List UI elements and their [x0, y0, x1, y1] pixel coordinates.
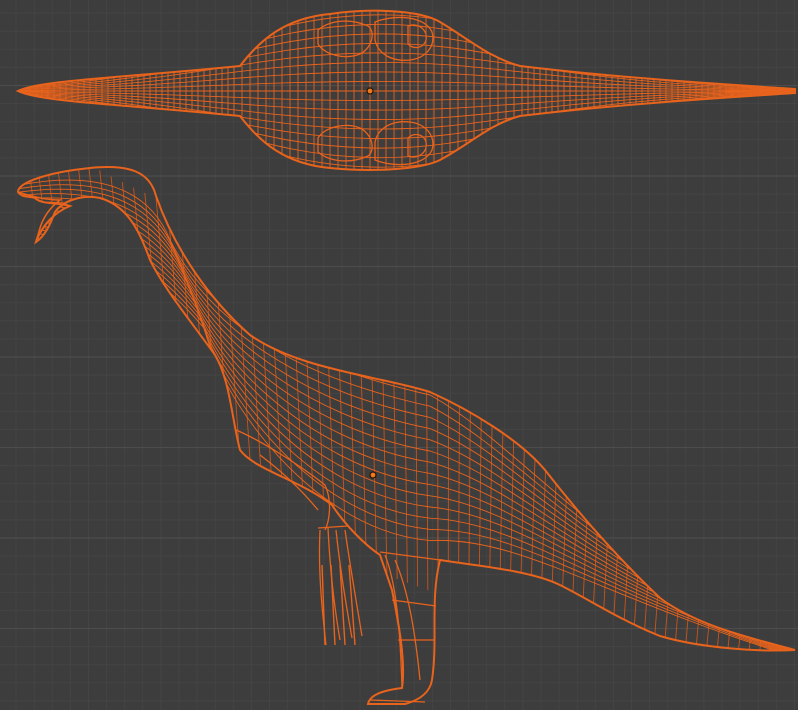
wire-edge: [380, 285, 388, 576]
wire-edge: [509, 328, 517, 619]
wire-edge: [43, 167, 81, 426]
wire-edge: [31, 167, 71, 416]
wire-edge: [20, 167, 61, 401]
wire-edge: [19, 223, 795, 657]
wire-edge: [703, 391, 731, 682]
side-view-limb-details: [17, 191, 441, 703]
wire-edge: [682, 385, 708, 676]
wire-edge: [539, 339, 551, 630]
leg-loop: [374, 121, 434, 166]
wire-edge: [403, 292, 408, 583]
wire-edge: [672, 382, 697, 673]
top-view-wire-edges: [18, 10, 795, 170]
wire-edge: [211, 222, 235, 513]
dinosaur-mesh-top-view[interactable]: [0, 0, 798, 180]
wire-edge: [425, 300, 429, 591]
wire-edge: [76, 167, 112, 448]
side-view-outline: [16, 166, 796, 705]
leg-loop: [317, 20, 373, 58]
wire-edge: [245, 236, 265, 527]
limb-edge: [369, 551, 441, 703]
wire-edge: [621, 365, 641, 656]
wire-edge: [234, 231, 255, 522]
top-object-origin[interactable]: [366, 87, 374, 95]
wire-edge: [19, 209, 795, 654]
wire-edge: [601, 359, 618, 650]
wire-edge: [19, 230, 795, 658]
wire-edge: [641, 372, 663, 663]
wire-edge: [189, 213, 214, 504]
wire-edge: [436, 303, 439, 594]
wire-edge: [713, 394, 742, 685]
dinosaur-mesh-side-view[interactable]: [16, 110, 798, 705]
wire-edge: [54, 167, 92, 434]
wire-edge: [19, 201, 795, 652]
wire-edge: [611, 362, 630, 653]
wire-edge: [391, 289, 398, 580]
wire-edge: [223, 227, 245, 518]
limb-edge: [235, 429, 331, 531]
wire-edge: [19, 205, 795, 653]
wire-edge: [88, 167, 122, 455]
wire-edge: [662, 378, 686, 669]
wire-edge: [652, 375, 675, 666]
wire-edge: [19, 197, 795, 652]
wire-edge: [764, 409, 795, 701]
wire-edge: [279, 249, 296, 540]
wire-edge: [313, 261, 327, 552]
wire-edge: [19, 226, 795, 657]
wire-edge: [723, 397, 753, 688]
wire-edge: [414, 296, 419, 587]
wire-edge: [754, 406, 787, 697]
wire-edge: [631, 369, 652, 660]
wire-edge: [693, 388, 720, 679]
3d-viewport[interactable]: [0, 0, 798, 710]
leg-loop: [317, 124, 373, 162]
wire-edge: [324, 265, 337, 556]
wireframe-layer: [0, 0, 798, 705]
side-object-origin[interactable]: [369, 471, 377, 479]
wire-edge: [458, 311, 461, 602]
wire-edge: [19, 219, 795, 656]
wire-edge: [468, 314, 472, 605]
wire-edge: [19, 212, 795, 655]
wire-edge: [290, 253, 306, 544]
leg-loop: [374, 16, 434, 61]
